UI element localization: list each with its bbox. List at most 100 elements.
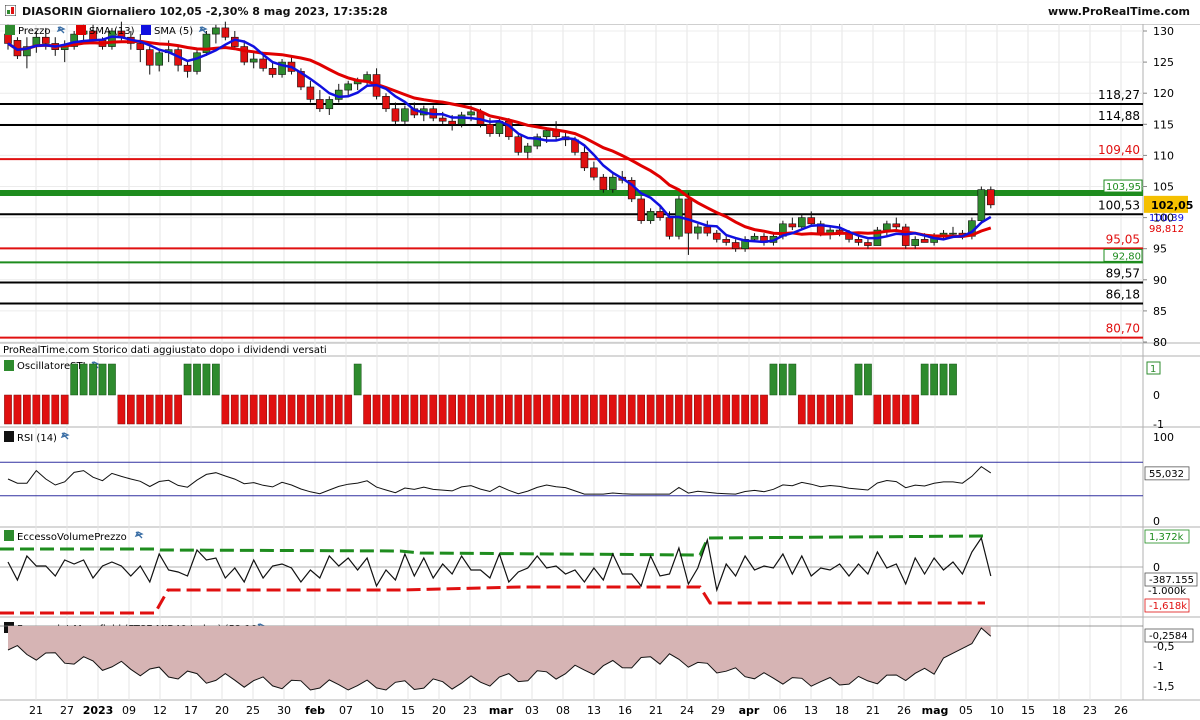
x-tick-label: mar	[489, 704, 514, 717]
sti-bar-down	[750, 394, 759, 425]
sti-bar-down	[656, 394, 664, 425]
candle-body	[325, 99, 334, 110]
x-tick-label: 23	[1083, 704, 1097, 717]
candle-body	[646, 211, 655, 222]
data-note: ProRealTime.com Storico dati aggiustato …	[3, 345, 327, 356]
sti-bar-down	[816, 394, 825, 425]
candle-body	[212, 27, 220, 35]
candle-body	[788, 223, 797, 228]
candle-body	[268, 68, 277, 75]
sti-bar-down	[155, 394, 164, 425]
sti-bar-down	[523, 394, 532, 425]
sti-bar-down	[627, 394, 636, 425]
wrench-icon[interactable]	[198, 26, 208, 34]
x-tick-label: 10	[990, 704, 1004, 717]
level-label: 95,05	[1106, 232, 1140, 246]
x-tick-label: 21	[29, 704, 43, 717]
sti-bar-up	[864, 363, 872, 396]
x-tick-label: 13	[804, 704, 818, 717]
x-tick-label: 20	[215, 704, 229, 717]
sti-bar-down	[174, 394, 182, 425]
sti-bar-down	[892, 394, 901, 425]
sti-bar-down	[542, 394, 551, 425]
x-tick-label: 15	[401, 704, 415, 717]
evp-legend-swatch	[4, 530, 14, 541]
x-tick-label: mag	[922, 704, 949, 717]
mansfield-tick-label: -1,5	[1153, 680, 1174, 693]
sti-bar-down	[722, 394, 731, 425]
candle-body	[344, 83, 353, 91]
candle-body	[901, 226, 910, 246]
sti-bar-down	[694, 394, 702, 425]
level-label: 109,40	[1098, 143, 1140, 157]
sti-bar-up	[202, 363, 211, 396]
candle-body	[580, 151, 589, 169]
x-tick-label: 25	[246, 704, 260, 717]
x-tick-label: 23	[463, 704, 477, 717]
x-tick-label: 21	[866, 704, 880, 717]
x-tick-label: 10	[370, 704, 384, 717]
rsi-legend-swatch	[4, 431, 14, 442]
sti-tick-label: 0	[1153, 389, 1160, 402]
sti-bar-down	[457, 394, 466, 425]
sti-bar-down	[561, 394, 570, 425]
sti-bar-down	[760, 394, 768, 425]
x-tick-label: 06	[773, 704, 787, 717]
wrench-icon[interactable]	[134, 531, 144, 539]
last-price-value: 102,05	[1151, 199, 1193, 212]
candle-body	[448, 120, 456, 125]
sti-bar-down	[127, 394, 135, 425]
x-tick-label: 17	[184, 704, 198, 717]
candle-body	[694, 226, 702, 234]
candle-body	[892, 223, 901, 228]
sti-bar-down	[268, 394, 277, 425]
sti-bar-down	[580, 394, 589, 425]
x-tick-label: feb	[305, 704, 325, 717]
price-tick-label: 115	[1153, 118, 1174, 131]
candle-body	[608, 176, 617, 190]
candle-body	[306, 86, 315, 100]
sti-bar-down	[240, 394, 249, 425]
sma5-legend-swatch	[141, 25, 151, 35]
x-tick-label: 07	[339, 704, 353, 717]
candle-body	[4, 33, 12, 44]
sti-bar-down	[675, 394, 683, 425]
sti-bar-down	[391, 394, 400, 425]
x-tick-label: 2023	[83, 704, 114, 717]
candle-body	[401, 108, 409, 122]
sti-bar-up	[183, 363, 192, 396]
x-tick-label: 03	[525, 704, 539, 717]
evp-tick-label: 0	[1153, 561, 1160, 574]
x-tick-label: 13	[587, 704, 601, 717]
x-tick-label: 15	[1021, 704, 1035, 717]
legend-evp: EccessoVolumePrezzo	[17, 532, 127, 543]
candle-body	[722, 239, 731, 243]
sti-bar-down	[419, 394, 428, 425]
sti-bar-down	[344, 394, 353, 425]
sti-bar-down	[306, 394, 315, 425]
candle-body	[684, 198, 693, 234]
price-tick-label: 105	[1153, 181, 1174, 194]
chart-canvas[interactable]: 118,27 114,88 109,40 103,95 100,53 95,05 92,80…	[0, 0, 1200, 720]
price-tick-label: 90	[1153, 274, 1167, 287]
sti-bar-up	[79, 363, 88, 396]
evp-lower-value: -1,618k	[1149, 601, 1187, 612]
candle-body	[854, 239, 863, 243]
candle-body	[920, 239, 929, 243]
sti-bar-down	[467, 394, 475, 425]
sma13-line	[7, 39, 992, 239]
legend-rsi: RSI (14)	[17, 433, 57, 444]
sma13-value: 98,812	[1149, 224, 1184, 235]
rsi-line	[7, 465, 992, 495]
x-tick-label: 12	[153, 704, 167, 717]
sti-bar-down	[505, 394, 513, 425]
sti-bar-down	[372, 394, 381, 425]
x-tick-label: 26	[1114, 704, 1128, 717]
sti-bar-down	[590, 394, 598, 425]
sti-bar-down	[249, 394, 258, 425]
sma5-value: 100,39	[1149, 213, 1184, 224]
sti-bar-down	[316, 394, 324, 425]
wrench-icon[interactable]	[56, 26, 66, 34]
candle-body	[590, 167, 598, 178]
x-tick-label: apr	[739, 704, 760, 717]
